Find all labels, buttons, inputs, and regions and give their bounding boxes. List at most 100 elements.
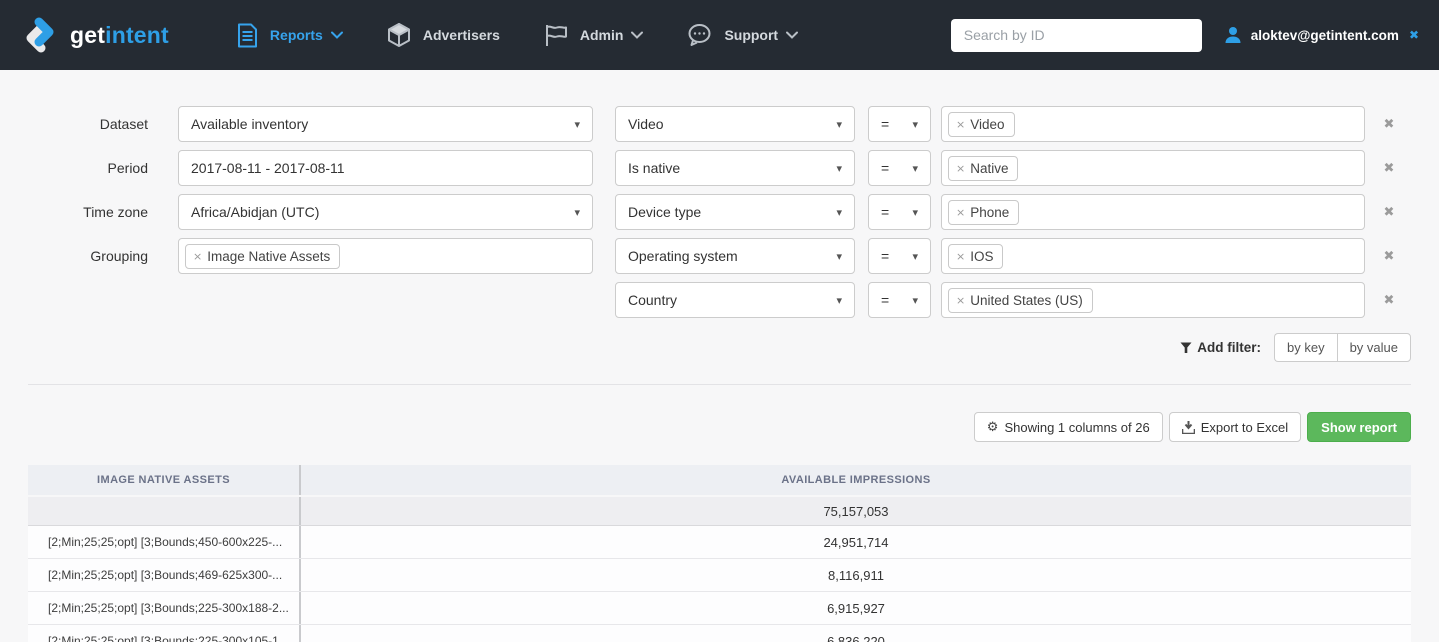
chevron-down-icon: ▾ — [574, 205, 580, 219]
nav-label: Reports — [269, 27, 323, 43]
filter-key-select[interactable]: Video ▾ — [615, 106, 855, 142]
remove-tag-icon[interactable]: × — [956, 206, 965, 219]
remove-filter-button[interactable]: ✖ — [1379, 117, 1399, 132]
period-input[interactable] — [191, 160, 580, 176]
remove-tag-icon[interactable]: × — [956, 294, 965, 307]
admin-flag-icon — [545, 25, 567, 46]
brand-name: getintent — [70, 21, 169, 48]
remove-tag-icon[interactable]: × — [956, 250, 965, 263]
chevron-down-icon: ▾ — [836, 205, 842, 219]
grouping-tag: × Image Native Assets — [185, 243, 341, 269]
column-header-image-native-assets[interactable]: IMAGE NATIVE ASSETS — [28, 465, 301, 495]
add-filter-row: Add filter: by key by value — [28, 333, 1411, 362]
remove-tag-icon[interactable]: × — [956, 118, 965, 131]
filter-key-value: Device type — [628, 204, 702, 220]
columns-settings-button[interactable]: ⚙ Showing 1 columns of 26 — [973, 412, 1163, 442]
remove-tag-icon[interactable]: × — [956, 162, 965, 175]
filter-values-input[interactable]: × IOS — [941, 238, 1365, 274]
chevron-down-icon: ▾ — [912, 249, 918, 263]
tag-label: IOS — [970, 248, 994, 264]
report-table: IMAGE NATIVE ASSETS AVAILABLE IMPRESSION… — [28, 465, 1411, 642]
remove-filter-button[interactable]: ✖ — [1379, 161, 1399, 176]
timezone-value: Africa/Abidjan (UTC) — [191, 204, 320, 220]
add-filter-button-group: by key by value — [1274, 333, 1411, 362]
gear-icon: ⚙ — [986, 419, 999, 435]
filter-key-value: Country — [628, 292, 678, 308]
asset-name-cell: [2;Min;25;25;opt] [3;Bounds;469-625x300-… — [28, 559, 301, 591]
filter-operator-select[interactable]: = ▾ — [868, 238, 931, 274]
table-row[interactable]: [2;Min;25;25;opt] [3;Bounds;225-300x105-… — [28, 625, 1411, 642]
dataset-label: Dataset — [99, 116, 148, 132]
chevron-down-icon: ▾ — [912, 161, 918, 175]
filter-operator-value: = — [881, 292, 890, 308]
filter-row-2: Period Is native ▾ = ▾ × Native ✖ — [28, 150, 1411, 186]
grouping-input[interactable]: × Image Native Assets — [178, 238, 593, 274]
show-report-button[interactable]: Show report — [1307, 412, 1411, 442]
chevron-down-icon — [330, 31, 343, 39]
filter-values-input[interactable]: × United States (US) — [941, 282, 1365, 318]
nav-label: Admin — [579, 27, 624, 43]
nav-label: Advertisers — [422, 27, 500, 43]
filter-key-value: Is native — [628, 160, 681, 176]
filter-key-select[interactable]: Country ▾ — [615, 282, 855, 318]
filter-value-tag: × United States (US) — [948, 287, 1093, 313]
report-toolbar: ⚙ Showing 1 columns of 26 Export to Exce… — [28, 412, 1411, 442]
filter-value-tag: × Phone — [948, 199, 1020, 225]
filter-value-tag: × Video — [948, 111, 1015, 137]
nav-item-advertisers[interactable]: Advertisers — [387, 22, 500, 48]
nav-item-support[interactable]: Support — [687, 23, 799, 47]
search-input[interactable] — [950, 18, 1202, 52]
filter-row-1: Dataset Available inventory ▾ Video ▾ = … — [28, 106, 1411, 142]
filter-key-select[interactable]: Device type ▾ — [615, 194, 855, 230]
filter-key-select[interactable]: Operating system ▾ — [615, 238, 855, 274]
remove-filter-button[interactable]: ✖ — [1379, 249, 1399, 264]
logout-icon[interactable]: ✖ — [1409, 28, 1419, 42]
remove-filter-button[interactable]: ✖ — [1379, 205, 1399, 220]
dataset-select[interactable]: Available inventory ▾ — [178, 106, 593, 142]
timezone-select[interactable]: Africa/Abidjan (UTC) ▾ — [178, 194, 593, 230]
period-field[interactable] — [178, 150, 593, 186]
nav-label: Support — [724, 27, 779, 43]
filter-operator-value: = — [881, 248, 890, 264]
getintent-logo-icon — [26, 17, 54, 53]
brand-logo[interactable]: getintent — [20, 15, 169, 55]
grouping-label: Grouping — [90, 248, 148, 264]
filter-values-input[interactable]: × Video — [941, 106, 1365, 142]
add-filter-by-key-button[interactable]: by key — [1274, 333, 1337, 362]
table-row[interactable]: [2;Min;25;25;opt] [3;Bounds;469-625x300-… — [28, 559, 1411, 592]
filter-value-tag: × Native — [948, 155, 1019, 181]
tag-label: Native — [970, 160, 1009, 176]
filter-row-3: Time zone Africa/Abidjan (UTC) ▾ Device … — [28, 194, 1411, 230]
filter-values-input[interactable]: × Native — [941, 150, 1365, 186]
nav-item-admin[interactable]: Admin — [544, 23, 644, 47]
chevron-down-icon: ▾ — [836, 249, 842, 263]
reports-document-icon — [237, 23, 257, 47]
impressions-cell: 6,915,927 — [827, 600, 885, 616]
nav-item-reports[interactable]: Reports — [237, 23, 343, 48]
filter-key-select[interactable]: Is native ▾ — [615, 150, 855, 186]
filter-operator-select[interactable]: = ▾ — [868, 106, 931, 142]
empty-field — [178, 282, 593, 318]
filter-values-input[interactable]: × Phone — [941, 194, 1365, 230]
section-divider — [28, 384, 1411, 385]
add-filter-by-value-button[interactable]: by value — [1336, 333, 1411, 362]
table-row[interactable]: [2;Min;25;25;opt] [3;Bounds;450-600x225-… — [28, 526, 1411, 559]
filter-operator-select[interactable]: = ▾ — [868, 282, 931, 318]
table-row[interactable]: [2;Min;25;25;opt] [3;Bounds;225-300x188-… — [28, 592, 1411, 625]
filter-value-tag: × IOS — [948, 243, 1004, 269]
filter-operator-select[interactable]: = ▾ — [868, 150, 931, 186]
remove-tag-icon[interactable]: × — [193, 250, 202, 263]
filter-operator-value: = — [881, 204, 890, 220]
export-to-excel-button[interactable]: Export to Excel — [1168, 412, 1302, 442]
chevron-down-icon: ▾ — [912, 117, 918, 131]
top-navbar: getintent Reports Advertisers Admin Supp… — [0, 0, 1439, 70]
columns-settings-label: Showing 1 columns of 26 — [1004, 419, 1150, 435]
main-nav: Reports Advertisers Admin Support — [237, 22, 842, 48]
asset-name-cell: [2;Min;25;25;opt] [3;Bounds;450-600x225-… — [28, 526, 301, 558]
filter-key-value: Operating system — [628, 248, 738, 264]
user-email[interactable]: aloktev@getintent.com — [1251, 28, 1399, 43]
filter-operator-select[interactable]: = ▾ — [868, 194, 931, 230]
filter-row-5: Country ▾ = ▾ × United States (US) ✖ — [28, 282, 1411, 318]
column-header-available-impressions[interactable]: AVAILABLE IMPRESSIONS — [301, 465, 1411, 495]
remove-filter-button[interactable]: ✖ — [1379, 293, 1399, 308]
